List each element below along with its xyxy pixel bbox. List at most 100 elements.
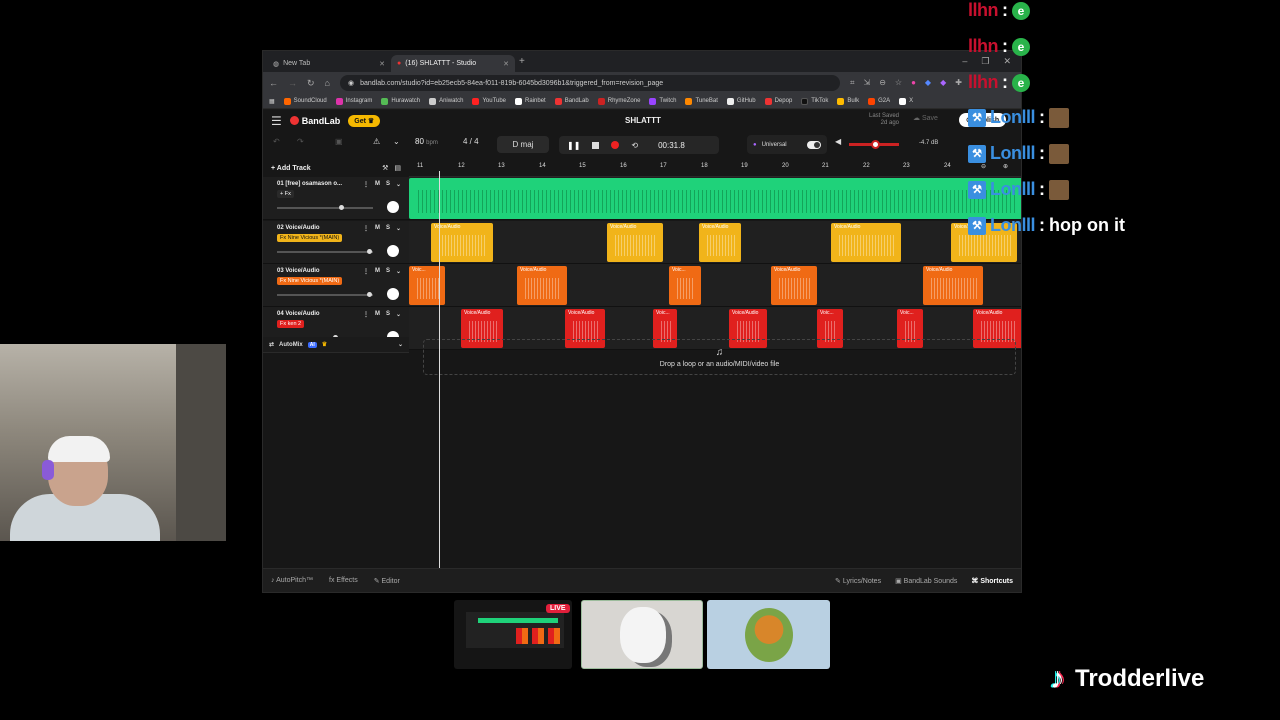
autopitch-button[interactable]: ♪ AutoPitch™ <box>271 577 313 584</box>
solo-button[interactable]: S <box>386 311 390 318</box>
close-icon[interactable]: ✕ <box>379 60 385 68</box>
thumbnail-bird[interactable] <box>707 600 830 669</box>
more-icon[interactable]: ⋮ <box>363 311 369 318</box>
forward-icon[interactable]: → <box>288 78 297 88</box>
chevron-down-icon[interactable]: ⌄ <box>396 311 401 318</box>
track-fx-button[interactable]: Fx Nine Vicious *(MAIN) <box>277 234 343 242</box>
bookmark-item[interactable]: Twitch <box>649 97 676 105</box>
mute-button[interactable]: M <box>375 311 380 318</box>
thumbnail-figure[interactable] <box>581 600 703 669</box>
track-volume-slider[interactable] <box>277 292 373 297</box>
chevron-down-icon[interactable]: ⌄ <box>393 137 400 146</box>
bookmark-item[interactable]: SoundCloud <box>283 97 327 105</box>
slider-knob[interactable] <box>367 292 372 297</box>
new-tab-icon[interactable]: + <box>519 56 525 67</box>
solo-button[interactable]: S <box>386 225 390 232</box>
track-row[interactable]: 03 Voice/Audio Fx Nine Vicious *(MAIN) ⋮… <box>263 264 1021 307</box>
audio-clip[interactable]: Voice/Audio <box>923 266 983 305</box>
extension-icon[interactable]: ◆ <box>940 78 946 88</box>
bookmark-item[interactable]: Rainbet <box>515 97 546 105</box>
add-track-button[interactable]: + Add Track <box>271 165 311 172</box>
chevron-down-icon[interactable]: ⌄ <box>396 225 401 232</box>
pan-knob[interactable] <box>387 288 399 300</box>
audio-clip[interactable]: Voice/Audio <box>831 223 901 262</box>
extension-icon[interactable]: ● <box>911 78 916 88</box>
bookmark-item[interactable]: RhymeZone <box>597 97 640 105</box>
audio-clip[interactable]: Voice/Audio <box>607 223 663 262</box>
master-volume-slider[interactable] <box>849 140 899 149</box>
slider-knob[interactable] <box>367 249 372 254</box>
lyrics-notes-button[interactable]: ✎ Lyrics/Notes <box>835 577 881 585</box>
bookmark-item[interactable]: G2A <box>868 97 890 105</box>
back-icon[interactable]: ← <box>269 78 278 88</box>
mute-button[interactable]: M <box>375 181 380 188</box>
track-fx-button[interactable]: + Fx <box>277 190 294 198</box>
get-membership-button[interactable]: Get ♛ <box>348 114 381 127</box>
audio-clip[interactable]: Voice/Audio <box>771 266 817 305</box>
drop-zone[interactable]: ♫ Drop a loop or an audio/MIDI/video fil… <box>423 339 1016 375</box>
playhead[interactable] <box>439 171 440 592</box>
universal-toggle[interactable]: ● Universal <box>747 135 827 154</box>
close-icon[interactable]: ✕ <box>503 60 509 68</box>
audio-clip[interactable]: Voice/Audio <box>431 223 493 262</box>
mute-button[interactable]: M <box>375 268 380 275</box>
shortcuts-button[interactable]: ⌘ Shortcuts <box>971 577 1013 585</box>
tab-studio[interactable]: ● (16) SHLATTT - Studio ✕ <box>391 55 515 72</box>
slider-knob[interactable] <box>339 205 344 210</box>
bpm-field[interactable]: 80 bpm <box>415 137 438 146</box>
snapshot-icon[interactable]: ▣ <box>335 137 343 146</box>
editor-button[interactable]: ✎ Editor <box>374 577 400 585</box>
home-icon[interactable]: ⌂ <box>325 78 330 88</box>
pan-knob[interactable] <box>387 245 399 257</box>
bandlab-sounds-button[interactable]: ▣ BandLab Sounds <box>895 577 957 585</box>
filter-icon[interactable]: ▤ <box>394 164 401 172</box>
pause-icon[interactable]: ❚❚ <box>567 141 580 150</box>
track-volume-slider[interactable] <box>277 249 373 254</box>
bookmark-item[interactable]: Instagram <box>335 97 372 105</box>
more-icon[interactable]: ⋮ <box>363 225 369 232</box>
bookmark-star-icon[interactable]: ☆ <box>895 78 902 88</box>
track-row[interactable]: 01 [free] osamason o... + Fx ⋮ M S ⌄ <box>263 177 1021 220</box>
install-icon[interactable]: ⇲ <box>864 78 871 88</box>
extension-icon[interactable]: ◆ <box>925 78 931 88</box>
bookmark-item[interactable]: TikTok <box>801 97 828 105</box>
project-title[interactable]: SHLATTT <box>625 116 661 125</box>
record-icon[interactable] <box>611 141 620 149</box>
apps-grid-icon[interactable]: ▦ <box>269 98 275 105</box>
chevron-down-icon[interactable]: ⌄ <box>398 341 403 348</box>
chevron-down-icon[interactable]: ⌄ <box>396 181 401 188</box>
audio-clip[interactable]: Voice/Audio <box>517 266 567 305</box>
bandlab-logo[interactable]: BandLab <box>289 116 340 126</box>
timeline-ruler[interactable]: 11 12 13 14 15 16 17 18 19 20 21 22 23 2… <box>409 159 1021 177</box>
bookmark-item[interactable]: Depop <box>764 97 792 105</box>
key-selector[interactable]: D maj <box>497 136 549 153</box>
wrench-icon[interactable]: ⚒ <box>382 164 388 172</box>
bookmark-item[interactable]: X <box>899 97 913 105</box>
automix-row[interactable]: ⇄ AutoMix AI ♛ ⌄ <box>263 337 409 353</box>
stop-icon[interactable] <box>592 141 600 149</box>
more-icon[interactable]: ⋮ <box>363 181 369 188</box>
thumbnail-screen[interactable]: LIVE <box>454 600 572 669</box>
toggle-switch[interactable] <box>807 140 821 149</box>
metronome-icon[interactable]: ⚠ <box>373 137 380 146</box>
audio-clip[interactable]: Voic... <box>669 266 701 305</box>
solo-button[interactable]: S <box>386 181 390 188</box>
track-fx-button[interactable]: Fx ken 2 <box>277 320 305 328</box>
effects-button[interactable]: fx Effects <box>329 577 358 584</box>
loop-icon[interactable]: ⟲ <box>631 141 638 150</box>
save-button[interactable]: ☁ Save <box>913 114 938 122</box>
site-info-icon[interactable]: ◉ <box>348 79 354 87</box>
reload-icon[interactable]: ↻ <box>307 78 315 89</box>
bookmark-item[interactable]: Hurawatch <box>381 97 420 105</box>
pan-knob[interactable] <box>387 201 399 213</box>
tab-new-tab[interactable]: ◍ New Tab ✕ <box>267 55 391 72</box>
redo-icon[interactable]: ↷ <box>297 137 304 146</box>
bookmark-item[interactable]: TuneBat <box>685 97 718 105</box>
bookmark-item[interactable]: Bulk <box>837 97 859 105</box>
undo-icon[interactable]: ↶ <box>273 137 280 146</box>
zoom-icon[interactable]: ⊖ <box>879 78 886 88</box>
bookmark-item[interactable]: BandLab <box>554 97 589 105</box>
chevron-down-icon[interactable]: ⌄ <box>396 268 401 275</box>
url-field[interactable]: ◉ bandlab.com/studio?id=eb25ecb5-84ea-f0… <box>339 75 840 91</box>
solo-button[interactable]: S <box>386 268 390 275</box>
